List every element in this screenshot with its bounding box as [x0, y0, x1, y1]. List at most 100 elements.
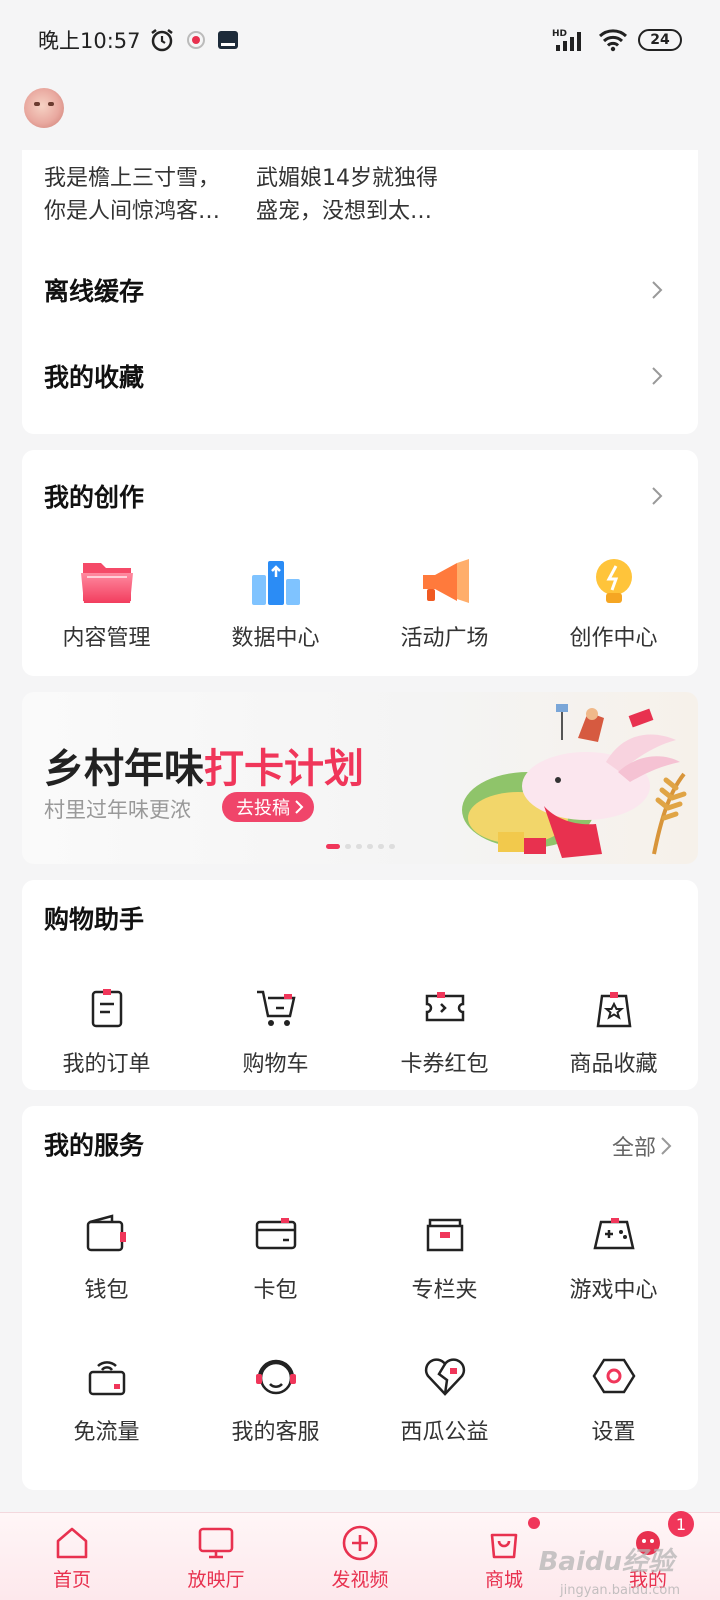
- my-creation-header[interactable]: 我的创作: [44, 466, 672, 526]
- app-notification-icon: [217, 31, 238, 49]
- activity-square-label: 活动广场: [400, 626, 489, 651]
- coupons-button[interactable]: 卡券红包: [360, 980, 529, 1078]
- game-center-label: 游戏中心: [569, 1278, 658, 1303]
- game-center-button[interactable]: 游戏中心: [529, 1206, 698, 1304]
- my-services-card: 我的服务 全部 钱包 卡包 专栏夹 游戏中心 免流量 我的客服 西瓜公益 设置: [22, 1106, 698, 1490]
- coupon-icon: [415, 980, 475, 1036]
- settings-label: 设置: [591, 1420, 636, 1445]
- card-holder-label: 卡包: [253, 1278, 298, 1303]
- tab-post-video-label: 发视频: [331, 1569, 389, 1591]
- headset-icon: [246, 1348, 306, 1404]
- content-management-button[interactable]: 内容管理: [22, 554, 191, 652]
- settings-icon: [584, 1348, 644, 1404]
- free-data-button[interactable]: 免流量: [22, 1348, 191, 1446]
- network-type: HD: [552, 29, 567, 39]
- submit-button-label: 去投稿: [236, 798, 290, 819]
- coupons-label: 卡券红包: [400, 1052, 489, 1077]
- alarm-icon: [150, 29, 173, 52]
- tab-home[interactable]: 首页: [0, 1513, 144, 1600]
- view-all-services-button[interactable]: 全部: [612, 1130, 672, 1162]
- shopping-bag-icon: [484, 1523, 524, 1563]
- banner-title-highlight: 打卡计划: [204, 746, 364, 792]
- creator-center-label: 创作中心: [569, 626, 658, 651]
- banner-title: 乡村年味打卡计划: [44, 736, 364, 794]
- column-folder-label: 专栏夹: [411, 1278, 478, 1303]
- column-folder-icon: [415, 1206, 475, 1262]
- megaphone-icon: [415, 554, 475, 610]
- charity-heart-icon: [415, 1348, 475, 1404]
- free-data-label: 免流量: [73, 1420, 140, 1445]
- chevron-right-icon: [661, 1137, 672, 1155]
- tab-post-video[interactable]: 发视频: [288, 1513, 432, 1600]
- history-item-title: 武媚娘14岁就独得: [256, 166, 438, 191]
- banner-title-plain: 乡村年味: [44, 746, 204, 792]
- signal-icon: HD: [552, 29, 581, 51]
- user-avatar[interactable]: [24, 88, 64, 128]
- chevron-right-icon: [642, 361, 672, 391]
- banner-pagination: [326, 844, 395, 849]
- my-favorites-row[interactable]: 我的收藏: [44, 346, 672, 406]
- status-time: 晚上10:57: [38, 29, 141, 53]
- wallet-icon: [77, 1206, 137, 1262]
- customer-service-button[interactable]: 我的客服: [191, 1348, 360, 1446]
- offline-cache-row[interactable]: 离线缓存: [44, 260, 672, 320]
- chevron-right-icon: [295, 800, 304, 814]
- content-management-label: 内容管理: [62, 626, 151, 651]
- submit-button[interactable]: 去投稿: [222, 792, 314, 822]
- baidu-watermark-url: jingyan.baidu.com: [560, 1583, 680, 1598]
- history-item-1[interactable]: 我是檐上三寸雪， 你是人间惊鸿客…: [44, 162, 220, 228]
- gamepad-icon: [584, 1206, 644, 1262]
- history-favorites-card: 我是檐上三寸雪， 你是人间惊鸿客… 武媚娘14岁就独得 盛宠，没想到太… 离线缓…: [22, 150, 698, 434]
- my-creation-title: 我的创作: [44, 483, 145, 512]
- mall-notification-dot: [528, 1517, 540, 1529]
- charity-label: 西瓜公益: [400, 1420, 489, 1445]
- my-orders-button[interactable]: 我的订单: [22, 980, 191, 1078]
- cart-icon: [246, 980, 306, 1036]
- settings-button[interactable]: 设置: [529, 1348, 698, 1446]
- data-center-label: 数据中心: [231, 626, 320, 651]
- wallet-label: 钱包: [84, 1278, 129, 1303]
- tab-mall-label: 商城: [484, 1569, 523, 1591]
- status-bar: 晚上10:57 HD 24: [0, 0, 720, 80]
- card-holder-icon: [246, 1206, 306, 1262]
- tab-home-label: 首页: [52, 1569, 91, 1591]
- charity-button[interactable]: 西瓜公益: [360, 1348, 529, 1446]
- banner-subtitle: 村里过年味更浓: [44, 798, 191, 822]
- my-favorites-label: 我的收藏: [44, 363, 145, 392]
- product-favorites-button[interactable]: 商品收藏: [529, 980, 698, 1078]
- product-favorites-label: 商品收藏: [569, 1052, 658, 1077]
- tv-icon: [196, 1523, 236, 1563]
- my-services-title: 我的服务: [44, 1131, 145, 1160]
- rabbit-illustration: [462, 704, 687, 858]
- shopping-cart-label: 购物车: [242, 1052, 309, 1077]
- history-item-title: 你是人间惊鸿客…: [44, 199, 221, 224]
- promo-banner[interactable]: 乡村年味打卡计划 村里过年味更浓 去投稿: [22, 692, 698, 864]
- product-favorite-icon: [584, 980, 644, 1036]
- tab-theater[interactable]: 放映厅: [144, 1513, 288, 1600]
- shopping-cart-button[interactable]: 购物车: [191, 980, 360, 1078]
- baidu-watermark: Baidu经验: [538, 1547, 674, 1577]
- view-all-label: 全部: [611, 1136, 656, 1161]
- add-video-icon: [340, 1523, 380, 1563]
- free-data-icon: [77, 1348, 137, 1404]
- history-item-title: 盛宠，没想到太…: [256, 199, 433, 224]
- tab-theater-label: 放映厅: [187, 1569, 245, 1591]
- home-icon: [52, 1523, 92, 1563]
- my-creation-card: 我的创作 内容管理 数据中心 活动广场 创作中心: [22, 450, 698, 676]
- card-holder-button[interactable]: 卡包: [191, 1206, 360, 1304]
- folder-icon: [77, 554, 137, 610]
- order-icon: [77, 980, 137, 1036]
- wallet-button[interactable]: 钱包: [22, 1206, 191, 1304]
- creator-center-button[interactable]: 创作中心: [529, 554, 698, 652]
- activity-square-button[interactable]: 活动广场: [360, 554, 529, 652]
- offline-cache-label: 离线缓存: [44, 277, 145, 306]
- lightbulb-icon: [584, 554, 644, 610]
- chevron-right-icon: [642, 481, 672, 511]
- profile-badge: 1: [668, 1511, 694, 1537]
- history-item-2[interactable]: 武媚娘14岁就独得 盛宠，没想到太…: [256, 162, 438, 228]
- my-orders-label: 我的订单: [62, 1052, 151, 1077]
- column-folder-button[interactable]: 专栏夹: [360, 1206, 529, 1304]
- data-chart-icon: [246, 554, 306, 610]
- data-center-button[interactable]: 数据中心: [191, 554, 360, 652]
- history-item-title: 我是檐上三寸雪，: [44, 166, 221, 191]
